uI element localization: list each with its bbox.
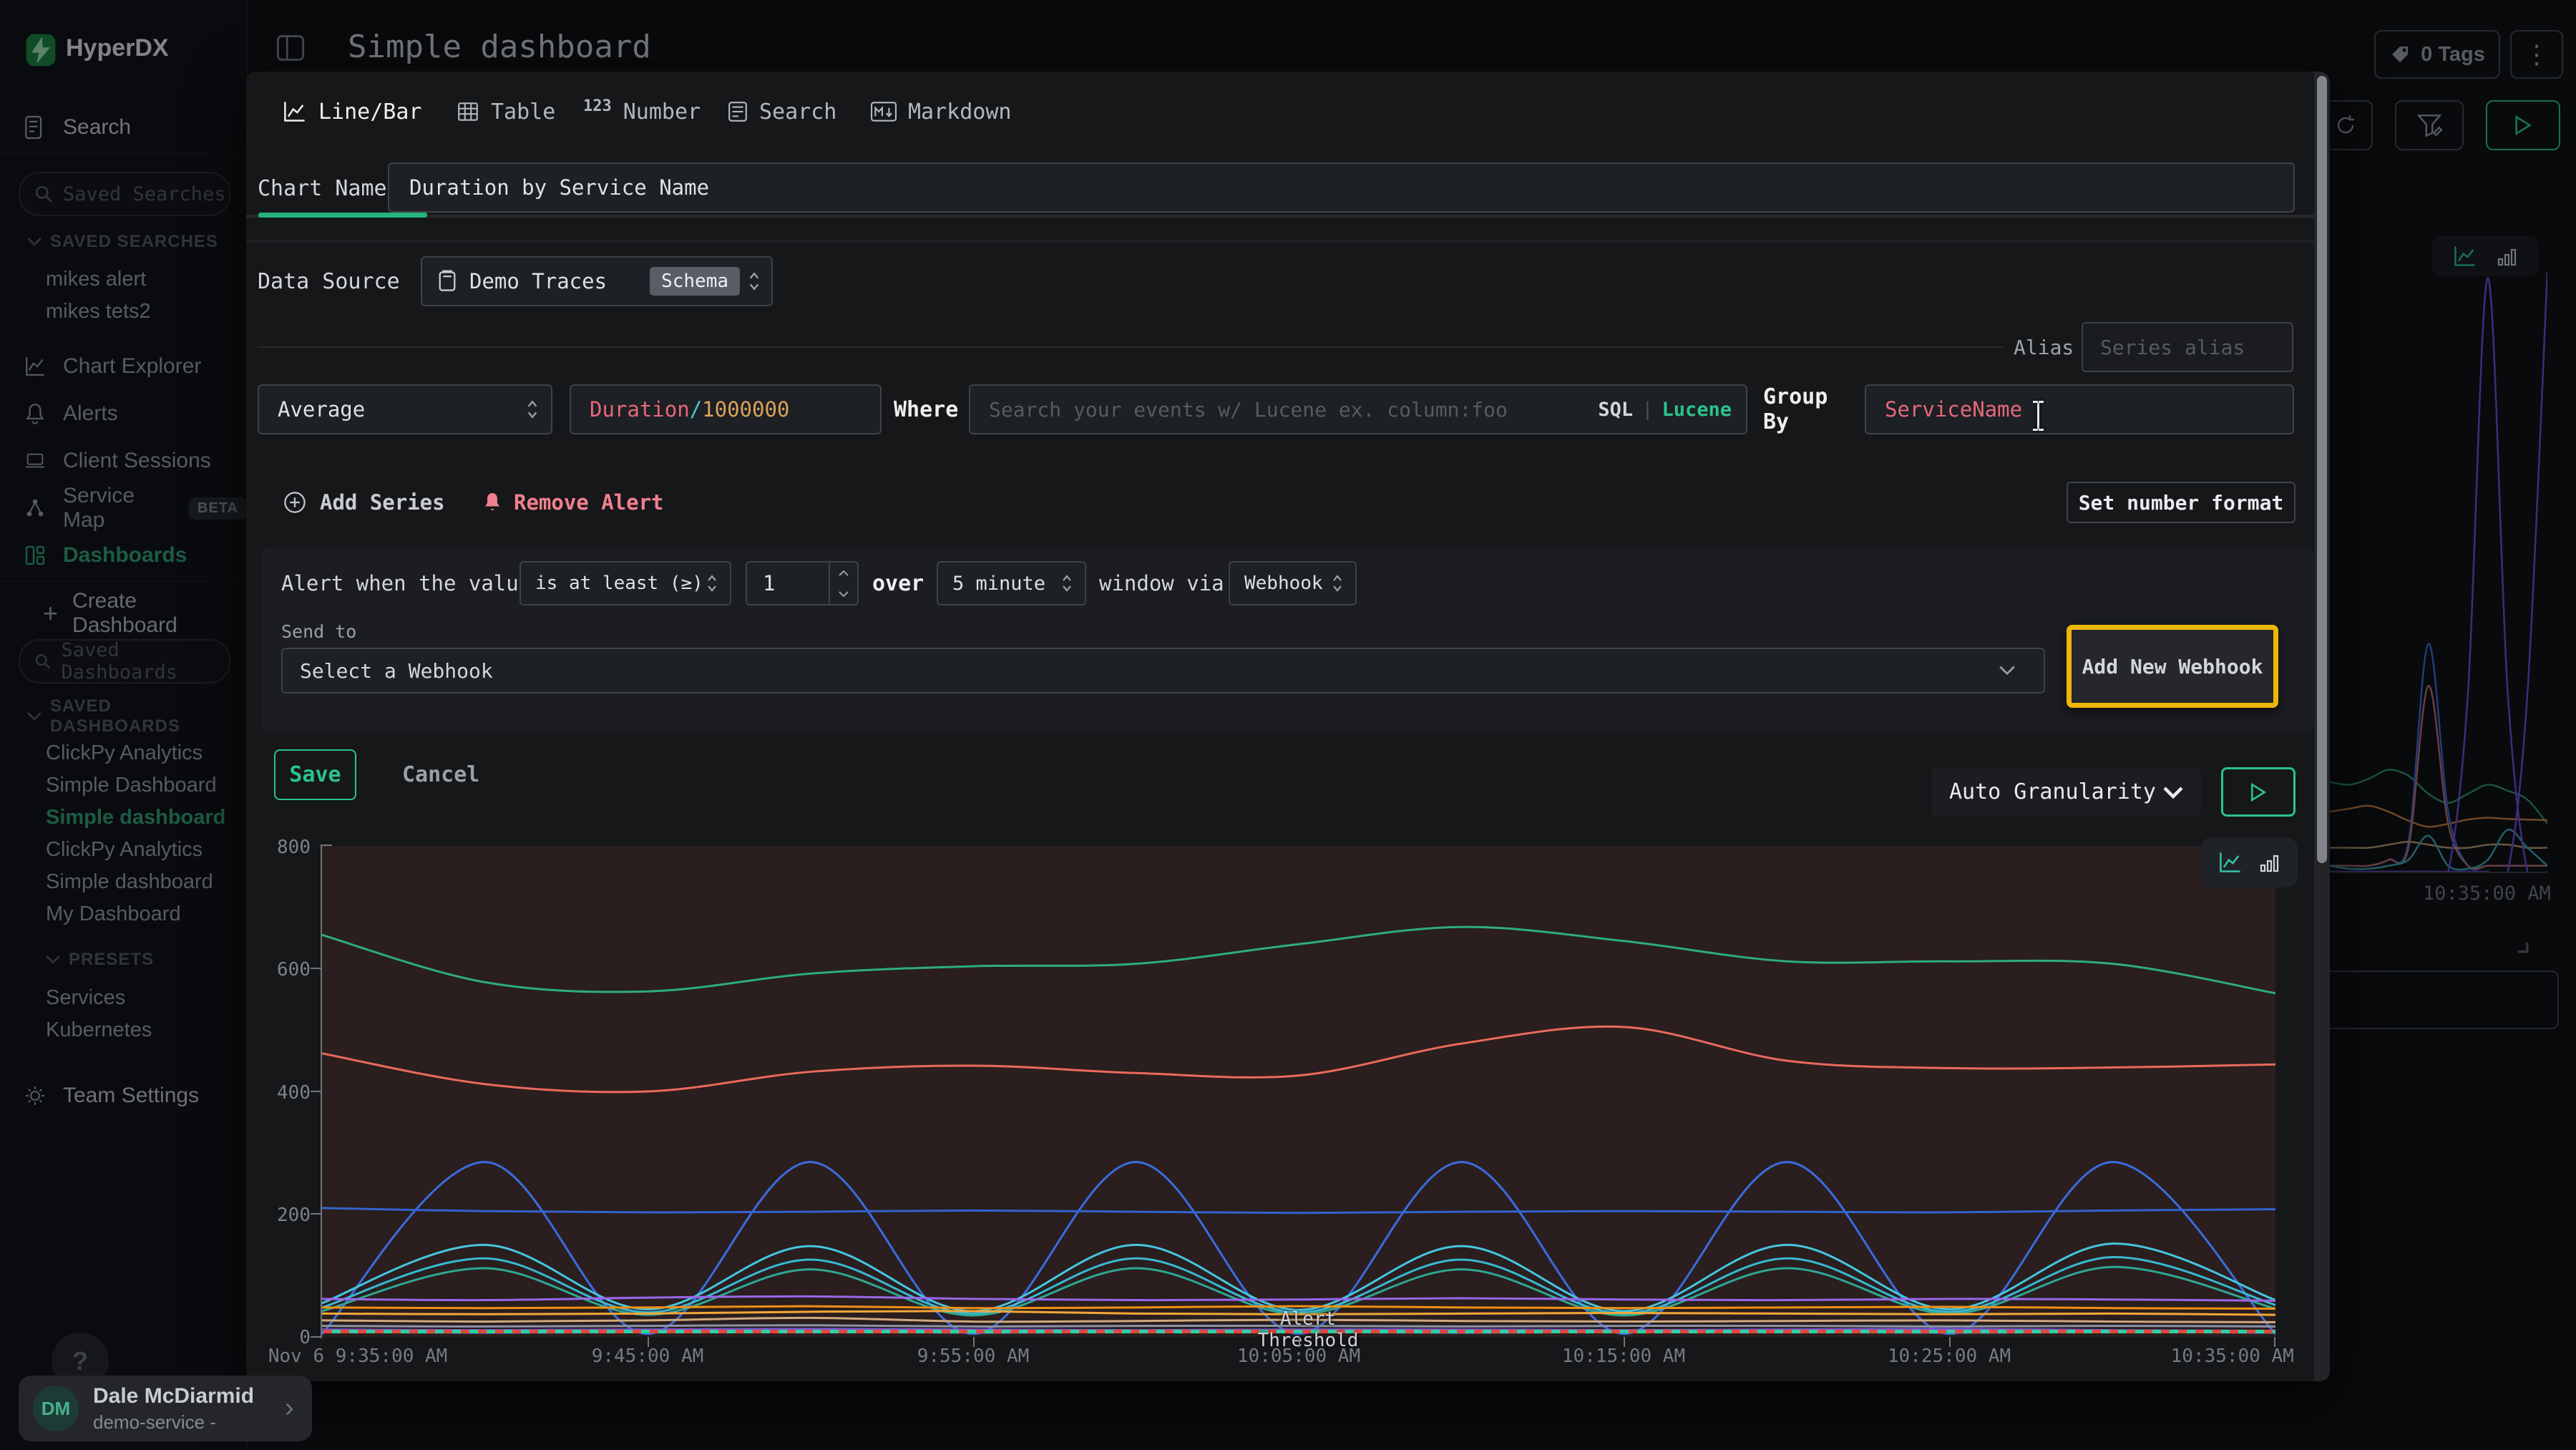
tab-underline-track [246, 215, 2330, 218]
search-doc-icon [728, 101, 748, 122]
active-tab-indicator [258, 213, 427, 218]
data-source-label: Data Source [258, 256, 400, 306]
preview-run-button[interactable] [2221, 767, 2296, 817]
play-icon [2250, 783, 2267, 802]
select-updown-icon [1331, 574, 1344, 593]
y-tick-label: 400 [253, 1082, 311, 1104]
alert-window-select[interactable]: 5 minute [937, 561, 1086, 605]
bar-chart-icon [2258, 852, 2280, 873]
modal-scrollbar-thumb[interactable] [2317, 76, 2327, 863]
lucene-mode-toggle[interactable]: Lucene [1662, 399, 1732, 421]
add-new-webhook-button[interactable]: Add New Webhook [2067, 625, 2278, 708]
y-tick-label: 800 [253, 837, 311, 858]
number-stepper[interactable] [829, 563, 857, 604]
group-by-label: Group By [1763, 384, 1863, 434]
data-source-select[interactable]: Demo Traces Schema [421, 256, 773, 306]
series-alias-input[interactable]: Series alias [2082, 322, 2293, 372]
chart-series-green [322, 927, 2275, 993]
user-profile-card[interactable]: DM Dale McDiarmid demo-service - › [19, 1376, 312, 1441]
preview-chart-series [322, 846, 2275, 1337]
schema-badge: Schema [650, 267, 740, 296]
alert-bell-icon [482, 491, 502, 514]
x-tick-label: 10:35:00 AM [2171, 1346, 2294, 1367]
y-tick-label: 200 [253, 1205, 311, 1226]
alert-prefix-text: Alert when the value [281, 561, 531, 605]
avatar: DM [33, 1386, 79, 1431]
text-cursor-pointer [2031, 399, 2046, 432]
select-updown-icon [1060, 574, 1073, 593]
stepper-down-icon [838, 590, 849, 598]
alias-label: Alias [2014, 322, 2074, 372]
chevron-right-icon: › [285, 1393, 294, 1424]
app-root: HyperDX Search Saved Searches SAVED SEAR… [0, 0, 2576, 1450]
select-updown-icon [747, 271, 761, 291]
section-divider [246, 240, 2330, 242]
webhook-select[interactable]: Select a Webhook [281, 648, 2045, 694]
x-tick-label: 10:05:00 AM [1237, 1346, 1360, 1367]
line-chart-icon [2218, 851, 2243, 874]
database-icon [436, 270, 458, 293]
save-button[interactable]: Save [274, 749, 356, 800]
line-chart-icon [283, 100, 307, 123]
x-tick-label: Nov 6 9:35:00 AM [268, 1346, 447, 1367]
remove-alert-button[interactable]: Remove Alert [482, 482, 664, 523]
user-subtitle: demo-service - [93, 1411, 216, 1434]
edit-chart-modal: Line/Bar Table 123 Number Search Markdow… [246, 72, 2330, 1381]
select-updown-icon [525, 399, 540, 419]
x-tick-label: 10:15:00 AM [1562, 1346, 1685, 1367]
sql-mode-toggle[interactable]: SQL [1598, 399, 1633, 421]
cancel-button[interactable]: Cancel [402, 749, 479, 800]
chart-series-cyan-wave-1 [322, 1244, 2275, 1311]
chart-name-input[interactable]: Duration by Service Name [388, 162, 2295, 213]
alert-config-panel: Alert when the value is at least (≥) 1 o… [261, 548, 2313, 731]
alert-threshold-input[interactable]: 1 [746, 561, 859, 605]
table-icon [457, 101, 479, 122]
alert-threshold-label: Alert Threshold [1236, 1308, 1380, 1351]
granularity-select[interactable]: Auto Granularity [1932, 767, 2201, 817]
add-series-button[interactable]: Add Series [283, 482, 445, 523]
x-tick-label: 9:55:00 AM [917, 1346, 1030, 1367]
alert-over-text: over [872, 561, 924, 605]
group-by-input[interactable]: ServiceName [1865, 384, 2294, 434]
aggregation-select[interactable]: Average [258, 384, 552, 434]
where-search-input[interactable]: Search your events w/ Lucene ex. column:… [969, 384, 1747, 434]
field-expression-input[interactable]: Duration/1000000 [570, 384, 882, 434]
tab-table[interactable]: Table [457, 92, 555, 132]
preview-chart-type-toggle[interactable] [2200, 837, 2298, 887]
chart-series-salmon [322, 1026, 2275, 1092]
chart-name-label: Chart Name [258, 163, 387, 213]
y-tick-label: 600 [253, 959, 311, 981]
user-name: Dale McDiarmid [93, 1384, 254, 1408]
circle-plus-icon [283, 490, 307, 515]
number-123-icon: 123 [583, 97, 612, 115]
chart-series-blue-flat [322, 1208, 2275, 1213]
x-tick-label: 9:45:00 AM [592, 1346, 704, 1367]
chart-series-cyan-wave-2 [322, 1257, 2275, 1313]
set-number-format-button[interactable]: Set number format [2067, 482, 2296, 523]
tab-line-bar[interactable]: Line/Bar [283, 92, 422, 132]
where-label: Where [894, 384, 965, 434]
y-axis-top-tick [321, 845, 332, 846]
chart-series-purple [322, 1296, 2275, 1300]
alias-divider [258, 346, 2004, 348]
tab-number[interactable]: 123 Number [583, 92, 701, 132]
chevron-down-icon [2162, 786, 2184, 799]
alert-channel-select[interactable]: Webhook [1229, 561, 1357, 605]
chevron-down-icon [1999, 666, 2015, 676]
y-axis-line [321, 845, 322, 1338]
select-updown-icon [706, 574, 718, 593]
x-tick-label: 10:25:00 AM [1888, 1346, 2011, 1367]
send-to-label: Send to [281, 621, 356, 642]
tab-markdown[interactable]: Markdown [871, 92, 1012, 132]
alert-via-text: window via [1099, 561, 1224, 605]
stepper-up-icon [838, 570, 849, 577]
tab-search[interactable]: Search [728, 92, 836, 132]
alert-condition-select[interactable]: is at least (≥) [519, 561, 731, 605]
markdown-icon [871, 101, 897, 122]
